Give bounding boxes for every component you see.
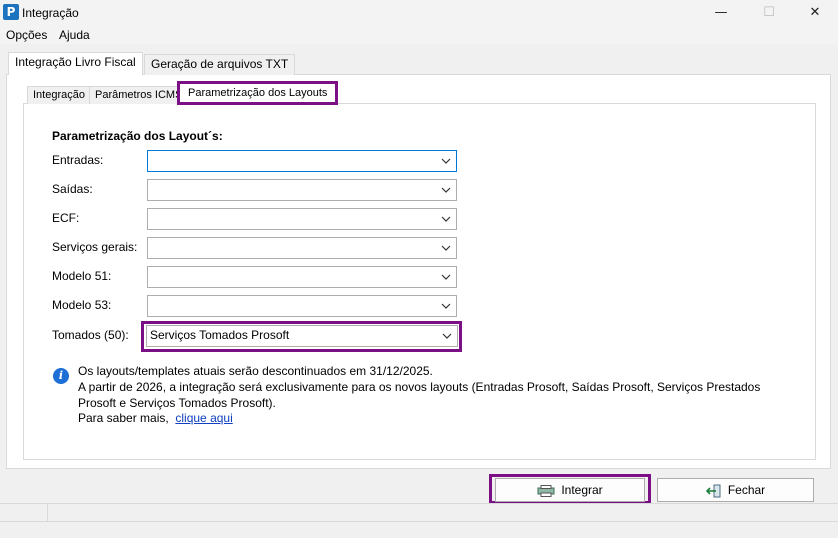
info-line-2: A partir de 2026, a integração será excl… <box>78 380 761 394</box>
label-servicos-gerais: Serviços gerais: <box>52 240 138 254</box>
chevron-down-icon <box>441 187 451 193</box>
app-logo-icon: P <box>3 4 19 20</box>
section-title: Parametrização dos Layout´s: <box>52 129 223 143</box>
chevron-down-icon <box>441 274 451 280</box>
info-icon: i <box>53 368 69 384</box>
saidas-select[interactable] <box>147 179 457 201</box>
label-saidas: Saídas: <box>52 182 93 196</box>
saber-mais-link[interactable]: clique aqui <box>175 411 232 425</box>
chevron-down-icon <box>442 333 452 339</box>
tomados-50-value: Serviços Tomados Prosoft <box>150 328 290 342</box>
status-bar <box>0 503 838 521</box>
minimize-button[interactable]: — <box>698 0 744 26</box>
chevron-down-icon <box>441 245 451 251</box>
ecf-select[interactable] <box>147 208 457 230</box>
menu-bar <box>0 26 838 44</box>
menu-ajuda[interactable]: Ajuda <box>59 28 90 42</box>
info-line-3: Prosoft e Serviços Tomados Prosoft). <box>78 396 276 410</box>
info-prefix: Para saber mais, <box>78 411 169 425</box>
entradas-select[interactable] <box>147 150 457 172</box>
tab-parametrizacao-layouts[interactable]: Parametrização dos Layouts <box>177 81 339 105</box>
label-tomados-50: Tomados (50): <box>52 328 129 342</box>
window-title: Integração <box>22 6 79 20</box>
status-divider <box>47 503 48 521</box>
integrar-button[interactable]: Integrar <box>495 478 645 502</box>
label-modelo-51: Modelo 51: <box>52 269 112 283</box>
close-button[interactable]: ✕ <box>792 0 838 26</box>
tab-integracao[interactable]: Integração <box>27 86 91 104</box>
info-line-1: Os layouts/templates atuais serão descon… <box>78 364 433 378</box>
label-modelo-53: Modelo 53: <box>52 298 112 312</box>
chevron-down-icon <box>441 158 451 164</box>
tomados-50-select[interactable]: Serviços Tomados Prosoft <box>146 325 458 347</box>
maximize-button[interactable]: ☐ <box>746 0 792 26</box>
label-entradas: Entradas: <box>52 153 104 167</box>
modelo-53-select[interactable] <box>147 295 457 317</box>
bottom-strip <box>0 521 838 538</box>
tab-integracao-livro-fiscal[interactable]: Integração Livro Fiscal <box>8 52 143 75</box>
printer-icon <box>537 484 555 497</box>
chevron-down-icon <box>441 216 451 222</box>
modelo-51-select[interactable] <box>147 266 457 288</box>
integrar-label: Integrar <box>561 483 603 497</box>
chevron-down-icon <box>441 303 451 309</box>
tab-geracao-arquivos-txt[interactable]: Geração de arquivos TXT <box>144 54 296 75</box>
tab-parametros-icms[interactable]: Parâmetros ICMS <box>89 86 189 104</box>
fechar-label: Fechar <box>727 483 766 497</box>
info-line-4: Para saber mais, clique aqui <box>78 411 233 425</box>
menu-opcoes[interactable]: Opções <box>6 28 47 42</box>
fechar-button[interactable]: Fechar <box>657 478 814 502</box>
label-ecf: ECF: <box>52 211 80 225</box>
servicos-gerais-select[interactable] <box>147 237 457 259</box>
exit-door-icon <box>705 484 721 498</box>
